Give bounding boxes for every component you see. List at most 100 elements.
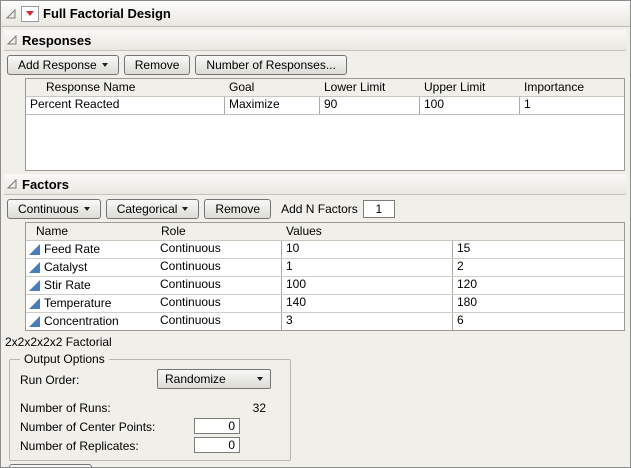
categorical-label: Categorical — [117, 202, 178, 216]
factor-name-cell[interactable]: Concentration — [26, 313, 156, 330]
factor-role-cell[interactable]: Continuous — [156, 241, 281, 258]
run-order-value: Randomize — [165, 372, 226, 386]
run-order-select[interactable]: Randomize — [157, 369, 271, 389]
remove-response-label: Remove — [135, 58, 180, 72]
number-of-runs-row: Number of Runs: 32 — [18, 399, 282, 416]
continuous-factor-icon — [29, 280, 40, 291]
factors-section-title: Factors — [22, 177, 69, 192]
number-of-responses-button[interactable]: Number of Responses... — [195, 55, 346, 75]
factor-role-cell[interactable]: Continuous — [156, 259, 281, 276]
red-triangle-menu-button[interactable] — [21, 6, 39, 22]
chevron-down-icon — [102, 63, 108, 67]
factor-name: Temperature — [44, 297, 111, 310]
responses-table-empty-area — [26, 115, 624, 170]
add-response-label: Add Response — [18, 58, 97, 72]
factor-row: Concentration Continuous 3 6 — [26, 313, 624, 330]
response-lower-limit-cell[interactable]: 90 — [319, 97, 419, 114]
column-header-name: Name — [26, 223, 156, 240]
factor-name-cell[interactable]: Catalyst — [26, 259, 156, 276]
replicates-row: Number of Replicates: — [18, 437, 282, 454]
factor-name: Concentration — [44, 315, 119, 328]
output-options-legend: Output Options — [20, 352, 109, 366]
center-points-label: Number of Center Points: — [20, 420, 155, 434]
red-triangle-icon — [26, 11, 34, 16]
number-of-runs-value: 32 — [194, 401, 266, 415]
factor-name-cell[interactable]: Feed Rate — [26, 241, 156, 258]
add-response-button[interactable]: Add Response — [7, 55, 119, 75]
factors-table-header: Name Role Values — [26, 223, 624, 241]
column-header-response-name: Response Name — [26, 79, 224, 96]
chevron-down-icon — [257, 377, 263, 381]
title-bar: Full Factorial Design — [1, 1, 630, 27]
responses-table: Response Name Goal Lower Limit Upper Lim… — [25, 78, 625, 171]
factor-name: Stir Rate — [44, 279, 91, 292]
factor-row: Temperature Continuous 140 180 — [26, 295, 624, 313]
add-n-factors-label: Add N Factors — [281, 202, 358, 216]
remove-factor-button[interactable]: Remove — [204, 199, 271, 219]
chevron-down-icon — [182, 207, 188, 211]
remove-response-button[interactable]: Remove — [124, 55, 191, 75]
add-n-factors-input[interactable] — [363, 200, 395, 218]
factor-name: Feed Rate — [44, 243, 100, 256]
responses-section-title: Responses — [22, 33, 91, 48]
factor-role-cell[interactable]: Continuous — [156, 277, 281, 294]
factor-high-value-cell[interactable]: 2 — [452, 259, 622, 276]
factor-low-value-cell[interactable]: 10 — [281, 241, 452, 258]
column-header-upper-limit: Upper Limit — [419, 79, 519, 96]
factor-name: Catalyst — [44, 261, 87, 274]
run-order-label: Run Order: — [20, 373, 79, 387]
disclosure-triangle-icon[interactable] — [5, 8, 17, 20]
continuous-factor-icon — [29, 244, 40, 255]
factor-role-cell[interactable]: Continuous — [156, 295, 281, 312]
categorical-button[interactable]: Categorical — [106, 199, 200, 219]
disclosure-triangle-icon[interactable] — [6, 178, 18, 190]
responses-toolbar: Add Response Remove Number of Responses.… — [1, 51, 630, 75]
factor-high-value-cell[interactable]: 180 — [452, 295, 622, 312]
factor-low-value-cell[interactable]: 140 — [281, 295, 452, 312]
factor-name-cell[interactable]: Stir Rate — [26, 277, 156, 294]
response-upper-limit-cell[interactable]: 100 — [419, 97, 519, 114]
response-name-cell[interactable]: Percent Reacted — [26, 97, 224, 114]
factor-name-cell[interactable]: Temperature — [26, 295, 156, 312]
factor-high-value-cell[interactable]: 15 — [452, 241, 622, 258]
column-header-goal: Goal — [224, 79, 319, 96]
responses-table-header: Response Name Goal Lower Limit Upper Lim… — [26, 79, 624, 97]
replicates-label: Number of Replicates: — [20, 439, 139, 453]
factor-high-value-cell[interactable]: 120 — [452, 277, 622, 294]
page-title: Full Factorial Design — [43, 6, 171, 21]
column-header-values: Values — [281, 223, 622, 240]
response-goal-cell[interactable]: Maximize — [224, 97, 319, 114]
output-options-group: Output Options Run Order: Randomize Numb… — [9, 352, 291, 461]
factor-low-value-cell[interactable]: 100 — [281, 277, 452, 294]
continuous-factor-icon — [29, 298, 40, 309]
column-header-importance: Importance — [519, 79, 622, 96]
factors-section-header: Factors — [4, 174, 626, 195]
response-importance-cell[interactable]: 1 — [519, 97, 622, 114]
continuous-label: Continuous — [18, 202, 79, 216]
continuous-factor-icon — [29, 262, 40, 273]
center-points-input[interactable] — [194, 418, 240, 434]
factor-row: Stir Rate Continuous 100 120 — [26, 277, 624, 295]
factor-low-value-cell[interactable]: 1 — [281, 259, 452, 276]
column-header-lower-limit: Lower Limit — [319, 79, 419, 96]
design-summary-label: 2x2x2x2x2 Factorial — [5, 335, 630, 350]
center-points-row: Number of Center Points: — [18, 418, 282, 435]
factor-low-value-cell[interactable]: 3 — [281, 313, 452, 330]
continuous-factor-icon — [29, 316, 40, 327]
responses-section-header: Responses — [4, 30, 626, 51]
factor-role-cell[interactable]: Continuous — [156, 313, 281, 330]
disclosure-triangle-icon[interactable] — [6, 34, 18, 46]
number-of-responses-label: Number of Responses... — [206, 58, 335, 72]
continuous-button[interactable]: Continuous — [7, 199, 101, 219]
remove-factor-label: Remove — [215, 202, 260, 216]
run-order-row: Run Order: Randomize — [18, 369, 282, 390]
factors-toolbar: Continuous Categorical Remove Add N Fact… — [1, 195, 630, 219]
replicates-input[interactable] — [194, 437, 240, 453]
factor-row: Feed Rate Continuous 10 15 — [26, 241, 624, 259]
make-table-button[interactable]: Make Table — [9, 464, 92, 468]
response-row: Percent Reacted Maximize 90 100 1 — [26, 97, 624, 115]
factor-row: Catalyst Continuous 1 2 — [26, 259, 624, 277]
factor-high-value-cell[interactable]: 6 — [452, 313, 622, 330]
make-table-row: Make Table — [9, 464, 630, 468]
number-of-runs-label: Number of Runs: — [20, 401, 111, 415]
